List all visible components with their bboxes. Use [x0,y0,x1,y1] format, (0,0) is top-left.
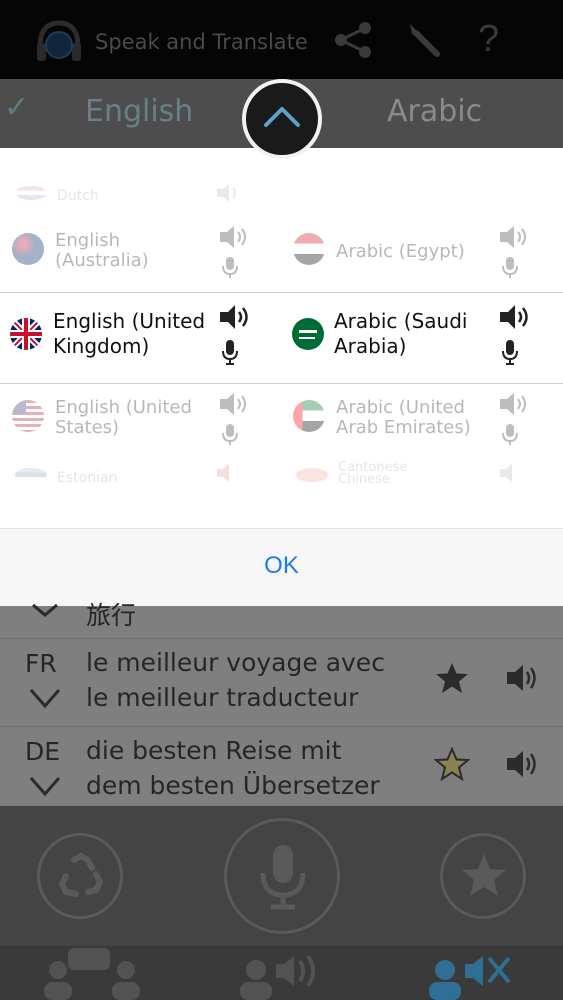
language-name: Cantonese Chinese [338,460,408,487]
star-outline-icon[interactable] [434,747,470,781]
translation-line-1: le meilleur voyage avec [86,648,385,677]
microphone-icon[interactable] [500,339,520,365]
collapse-picker-button[interactable] [242,79,322,159]
language-name: Dutch [57,188,99,204]
microphone-icon[interactable] [220,255,240,279]
language-name: English (United States) [55,397,192,438]
translation-text: 旅行 [86,601,137,630]
headphones-globe-icon [37,20,81,61]
microphone-icon [260,845,306,910]
language-name: Estonian [57,470,118,486]
recycle-icon [58,852,104,897]
checkmark-icon[interactable]: ✓ [4,90,29,125]
star-icon[interactable] [434,661,470,695]
translation-line-1: die besten Reise mit [86,736,342,765]
translation-row[interactable]: FR le meilleur voyage avec le meilleur t… [0,638,563,726]
chevron-up-icon [264,107,300,127]
tab-bar [0,946,563,1000]
language-name: Arabic (United Arab Emirates) [336,397,471,438]
speaker-icon[interactable] [498,392,530,416]
flag-icon [296,468,328,482]
translation-row[interactable]: DE die besten Reise mit dem besten Übers… [0,726,563,806]
speaker-icon[interactable] [498,304,532,330]
tab-speak-icon[interactable] [236,946,328,1000]
language-name: Arabic (Egypt) [336,241,465,262]
language-name: Arabic (Saudi Arabia) [334,309,468,358]
translation-line-2: dem besten Übersetzer [86,771,380,800]
picker-row-dutch[interactable]: Dutch [0,178,563,218]
flag-icon [15,468,47,482]
picker-row-australia-egypt[interactable]: English (Australia) Arabic (Egypt) [0,223,563,288]
microphone-icon[interactable] [220,339,240,365]
microphone-icon[interactable] [500,422,520,446]
app-title: Speak and Translate [95,30,308,54]
chevron-down-icon[interactable] [28,775,62,797]
flag-icon [15,186,47,200]
favorites-button[interactable] [440,833,526,919]
tab-mute-icon[interactable] [425,946,517,1000]
flag-icon [293,400,325,432]
app-header: Speak and Translate ? [0,0,563,80]
flag-icon [10,318,42,350]
speaker-icon[interactable] [218,304,252,330]
flag-icon [12,233,44,265]
speaker-icon[interactable] [215,462,243,484]
language-name: English (Australia) [55,230,149,271]
speaker-icon[interactable] [505,749,541,779]
flag-icon [12,400,44,432]
language-name: English (United Kingdom) [53,309,206,358]
speaker-icon[interactable] [218,225,250,249]
share-icon[interactable] [333,22,373,58]
picker-row-selected[interactable]: English (United Kingdom) Arabic (Saudi A… [0,292,563,384]
star-icon [462,854,506,896]
language-code: FR [25,649,57,678]
microphone-button[interactable] [224,818,340,934]
translation-line-2: le meilleur traducteur [86,683,359,712]
speaker-icon[interactable] [218,392,250,416]
action-bar [0,806,563,946]
flag-icon [293,233,325,265]
help-icon[interactable]: ? [478,18,499,61]
chevron-down-icon[interactable] [28,687,62,709]
microphone-icon[interactable] [220,422,240,446]
recycle-button[interactable] [37,833,123,919]
speaker-icon[interactable] [505,663,541,693]
translation-row[interactable]: 旅行 [0,586,563,638]
speaker-icon[interactable] [498,225,530,249]
picker-row-us-uae[interactable]: English (United States) Arabic (United A… [0,390,563,455]
wrench-icon[interactable] [404,20,442,58]
language-code: DE [25,737,61,766]
language-picker[interactable]: Dutch English (Australia) Arabic (Egypt)… [0,148,563,528]
flag-icon [292,318,324,350]
chevron-down-icon[interactable] [30,602,60,618]
translations-panel: 旅行 FR le meilleur voyage avec le meilleu… [0,601,563,806]
target-language[interactable]: Arabic [387,94,482,129]
speaker-icon[interactable] [215,182,243,204]
source-language[interactable]: English [85,94,193,129]
speaker-icon[interactable] [498,462,526,484]
microphone-icon[interactable] [500,255,520,279]
picker-row-estonian-cantonese[interactable]: Estonian Cantonese Chinese [0,460,563,500]
tab-conversation-icon[interactable] [36,946,148,1000]
